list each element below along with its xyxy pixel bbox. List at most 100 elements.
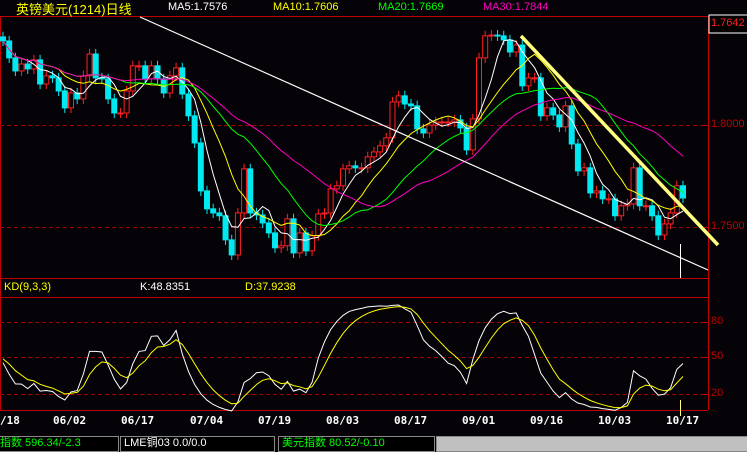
- candle-up: [581, 167, 588, 172]
- candle-up: [426, 124, 433, 134]
- chart-canvas: [0, 14, 747, 416]
- ma20-line: [2, 40, 684, 227]
- candle-down: [420, 128, 427, 134]
- candle-up: [438, 121, 445, 124]
- candle-up: [18, 63, 25, 72]
- status-index[interactable]: 指数 596.34/-2.3: [0, 436, 119, 452]
- candle-down: [568, 105, 575, 145]
- candle-down: [612, 198, 618, 217]
- candle-up: [68, 92, 74, 109]
- status-bar-empty: [436, 436, 747, 452]
- candle-up: [340, 168, 346, 187]
- current-price-label: 1.7642: [711, 17, 745, 29]
- candle-down: [92, 53, 99, 79]
- candle-down: [408, 103, 414, 107]
- candle-down: [0, 36, 6, 42]
- moving-averages-group: [2, 39, 684, 241]
- date-label: 06/17: [121, 414, 155, 427]
- candle-up: [525, 77, 532, 87]
- candle-up: [327, 188, 334, 214]
- candle-down: [550, 107, 557, 116]
- candles-group: [0, 29, 686, 261]
- price-tick-label: 1.7500: [711, 220, 745, 232]
- candle-up: [80, 75, 87, 100]
- candle-down: [12, 57, 19, 72]
- date-label: 09/01: [462, 414, 496, 427]
- candle-up: [123, 90, 130, 114]
- date-label: 09/16: [530, 414, 564, 427]
- candle-up: [513, 44, 520, 53]
- ma20-label: MA20:1.7669: [378, 1, 444, 13]
- candle-up: [605, 198, 612, 201]
- candle-up: [364, 156, 371, 169]
- candle-down: [494, 34, 501, 37]
- candle-up: [234, 212, 241, 256]
- kd-d-value: D:37.9238: [245, 281, 296, 293]
- candle-down: [142, 65, 149, 80]
- candle-up: [333, 185, 340, 190]
- candle-down: [222, 215, 229, 241]
- candle-down: [216, 212, 223, 217]
- candle-down: [105, 78, 112, 100]
- candle-up: [296, 232, 303, 254]
- candle-up: [395, 95, 402, 103]
- candle-down: [506, 39, 513, 53]
- candle-up: [383, 137, 390, 147]
- candle-up: [117, 112, 124, 115]
- candle-down: [210, 208, 217, 214]
- candle-up: [488, 34, 495, 37]
- candle-down: [649, 205, 656, 217]
- candle-up: [136, 65, 142, 68]
- date-label: 07/19: [258, 414, 292, 427]
- candle-down: [500, 35, 507, 41]
- ma30-label: MA30:1.7844: [483, 1, 549, 13]
- candle-up: [482, 35, 489, 59]
- candle-down: [111, 98, 118, 114]
- price-tick-label: 1.8000: [711, 118, 745, 130]
- candle-down: [24, 63, 31, 70]
- candle-up: [358, 167, 365, 170]
- candle-down: [49, 75, 56, 79]
- status-lme-copper[interactable]: LME铜03 0.0/0.0: [120, 436, 275, 452]
- date-label: 08/17: [394, 414, 428, 427]
- candle-down: [574, 143, 581, 172]
- candle-down: [599, 190, 606, 200]
- candle-up: [593, 190, 600, 194]
- candle-down: [204, 190, 210, 210]
- candle-up: [618, 205, 625, 217]
- kd-tick-label: 50: [711, 350, 724, 362]
- candle-down: [463, 127, 470, 151]
- candle-down: [185, 93, 192, 117]
- candle-down: [265, 222, 272, 234]
- chart-title: 英镑美元(1214)日线: [16, 2, 132, 17]
- date-label: 06/02: [53, 414, 87, 427]
- candle-down: [272, 232, 278, 249]
- candle-up: [321, 212, 328, 215]
- candle-up: [642, 205, 649, 208]
- candle-down: [228, 239, 235, 256]
- candle-down: [401, 95, 408, 105]
- ma5-line: [2, 39, 684, 241]
- kd-tick-label: 20: [711, 387, 724, 399]
- candle-up: [370, 151, 377, 158]
- status-usd-index[interactable]: 美元指数 80.52/-0.10: [278, 436, 435, 452]
- kd-tick-label: 80: [711, 315, 724, 327]
- date-label: 10/17: [666, 414, 700, 427]
- candle-up: [173, 67, 180, 77]
- candle-up: [661, 223, 668, 236]
- kd-indicator-label[interactable]: KD(9,3,3): [4, 281, 51, 293]
- candle-down: [556, 114, 563, 128]
- date-label: 07/04: [190, 414, 224, 427]
- candle-up: [445, 121, 452, 124]
- ma5-label: MA5:1.7576: [168, 1, 228, 13]
- date-label: /18: [0, 414, 20, 427]
- ma10-label: MA10:1.7606: [273, 1, 339, 13]
- candle-up: [346, 165, 353, 170]
- candle-down: [655, 215, 662, 236]
- candle-down: [61, 90, 68, 109]
- candle-up: [43, 75, 50, 85]
- candle-down: [587, 167, 594, 194]
- candle-up: [278, 245, 285, 249]
- candle-up: [241, 168, 248, 214]
- candle-up: [544, 107, 550, 117]
